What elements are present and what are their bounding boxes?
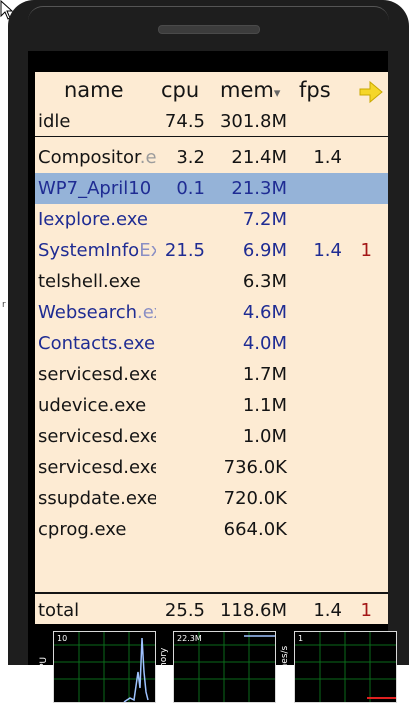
column-header-name[interactable]: name bbox=[64, 78, 124, 102]
process-name: idle bbox=[38, 111, 71, 132]
frames-graph-scale: 1 bbox=[298, 634, 304, 643]
process-name: Contacts.exe bbox=[38, 328, 156, 359]
process-row[interactable]: cprog.exe 664.0K bbox=[35, 514, 388, 545]
process-name: ssupdate.exe bbox=[38, 483, 156, 514]
phone-screen: name cpu mem▾ fps idle 74.5 301.8M Compo… bbox=[28, 51, 397, 703]
process-name-truncated: .e bbox=[139, 147, 156, 168]
process-mem: 1.1M bbox=[242, 395, 287, 416]
process-mem: 6.3M bbox=[242, 271, 287, 292]
column-header-mem-label: mem bbox=[220, 78, 274, 102]
process-cpu: 3.2 bbox=[176, 147, 205, 168]
process-row[interactable]: Iexplore.exe 7.2M bbox=[35, 204, 388, 235]
process-row[interactable]: WP7_April10 0.1 21.3M bbox=[35, 173, 388, 204]
sort-indicator-icon: ▾ bbox=[273, 86, 281, 101]
process-mem: 1.7M bbox=[242, 364, 287, 385]
forward-arrow-icon[interactable] bbox=[357, 77, 385, 107]
process-fps: 1.4 bbox=[313, 147, 342, 168]
process-name-base: udevice.exe bbox=[38, 395, 147, 416]
process-name-base: servicesd.exe bbox=[38, 364, 156, 385]
cpu-graph: 10 bbox=[53, 631, 156, 703]
cpu-history-line bbox=[123, 637, 149, 702]
total-row: total 25.5 118.6M 1.4 1 bbox=[35, 595, 388, 624]
performance-graphs: CPU 10 Memory 22.3M Frames/s 1 bbox=[35, 628, 397, 703]
process-name: servicesd.exe bbox=[38, 421, 156, 452]
process-name: telshell.exe bbox=[38, 266, 156, 297]
frames-graph: 1 bbox=[294, 631, 397, 703]
process-name: Iexplore.exe bbox=[38, 204, 156, 235]
process-name-base: servicesd.exe bbox=[38, 457, 156, 478]
process-name-base: ssupdate.exe bbox=[38, 488, 156, 509]
process-mem: 4.6M bbox=[242, 302, 287, 323]
process-fps: 1.4 bbox=[313, 240, 342, 261]
frames-graph-plot bbox=[295, 632, 396, 702]
process-name: servicesd.exe bbox=[38, 359, 156, 390]
total-extra: 1 bbox=[360, 600, 372, 621]
cpu-graph-scale: 10 bbox=[57, 634, 68, 643]
process-name-truncated: .ex bbox=[137, 302, 156, 323]
process-row[interactable]: Websearch.ex 4.6M bbox=[35, 297, 388, 328]
process-name-base: Iexplore.exe bbox=[38, 209, 148, 230]
process-name-truncated: Ex bbox=[139, 240, 156, 261]
process-name-base: servicesd.exe bbox=[38, 426, 156, 447]
process-mem: 21.4M bbox=[231, 147, 287, 168]
process-mem: 6.9M bbox=[242, 240, 287, 261]
column-header-cpu[interactable]: cpu bbox=[161, 78, 199, 102]
column-header-mem[interactable]: mem▾ bbox=[220, 78, 280, 102]
total-cpu: 25.5 bbox=[164, 600, 205, 621]
process-list[interactable]: name cpu mem▾ fps idle 74.5 301.8M Compo… bbox=[35, 72, 388, 624]
process-cpu: 21.5 bbox=[164, 240, 205, 261]
process-name-base: Contacts.exe bbox=[38, 333, 156, 354]
process-row[interactable]: SystemInfoEx 21.5 6.9M 1.4 1 bbox=[35, 235, 388, 266]
frames-graph-label: Frames/s bbox=[280, 645, 290, 687]
process-name-base: SystemInfo bbox=[38, 240, 140, 261]
process-name-base: Compositor bbox=[38, 147, 140, 168]
process-name: Compositor.e bbox=[38, 142, 156, 173]
cpu-graph-label: CPU bbox=[39, 656, 49, 676]
process-name-base: WP7_April10 bbox=[38, 178, 152, 199]
column-header-fps[interactable]: fps bbox=[299, 78, 331, 102]
memory-graph-scale: 22.3M bbox=[177, 634, 202, 643]
process-row[interactable]: servicesd.exe 1.7M bbox=[35, 359, 388, 390]
process-name: WP7_April10 bbox=[38, 173, 156, 204]
cpu-graph-plot bbox=[54, 632, 155, 702]
process-mem: 21.3M bbox=[231, 178, 287, 199]
process-name: SystemInfoEx bbox=[38, 235, 156, 266]
memory-graph-label: Memory bbox=[159, 647, 169, 685]
process-name: cprog.exe bbox=[38, 514, 156, 545]
total-fps: 1.4 bbox=[313, 600, 342, 621]
background-fragment: r bbox=[2, 300, 6, 310]
process-mem: 736.0K bbox=[223, 457, 287, 478]
process-name-base: cprog.exe bbox=[38, 519, 127, 540]
process-row[interactable]: Contacts.exe 4.0M bbox=[35, 328, 388, 359]
process-name: servicesd.exe bbox=[38, 452, 156, 483]
process-mem: 7.2M bbox=[242, 209, 287, 230]
process-mem: 720.0K bbox=[223, 488, 287, 509]
process-name: Websearch.ex bbox=[38, 297, 156, 328]
process-row-idle[interactable]: idle 74.5 301.8M bbox=[35, 106, 388, 137]
idle-divider bbox=[35, 136, 388, 137]
process-row[interactable]: telshell.exe 6.3M bbox=[35, 266, 388, 297]
process-cpu: 0.1 bbox=[176, 178, 205, 199]
process-row[interactable]: ssupdate.exe 720.0K bbox=[35, 483, 388, 514]
memory-graph: 22.3M bbox=[173, 631, 276, 703]
total-divider bbox=[35, 592, 388, 594]
speaker-grille bbox=[158, 25, 260, 34]
process-cpu: 74.5 bbox=[164, 111, 205, 132]
process-row[interactable]: Compositor.e 3.2 21.4M 1.4 bbox=[35, 142, 388, 173]
process-name-base: telshell.exe bbox=[38, 271, 141, 292]
process-name: udevice.exe bbox=[38, 390, 156, 421]
process-row[interactable]: udevice.exe 1.1M bbox=[35, 390, 388, 421]
total-mem: 118.6M bbox=[219, 600, 287, 621]
process-mem: 4.0M bbox=[242, 333, 287, 354]
process-name-base: Websearch bbox=[38, 302, 138, 323]
total-label: total bbox=[38, 600, 80, 621]
process-mem: 664.0K bbox=[223, 519, 287, 540]
phone-frame: name cpu mem▾ fps idle 74.5 301.8M Compo… bbox=[8, 0, 409, 703]
process-mem: 1.0M bbox=[242, 426, 287, 447]
process-row[interactable]: servicesd.exe 1.0M bbox=[35, 421, 388, 452]
process-extra: 1 bbox=[360, 240, 372, 261]
process-row[interactable]: servicesd.exe 736.0K bbox=[35, 452, 388, 483]
process-mem: 301.8M bbox=[219, 111, 287, 132]
